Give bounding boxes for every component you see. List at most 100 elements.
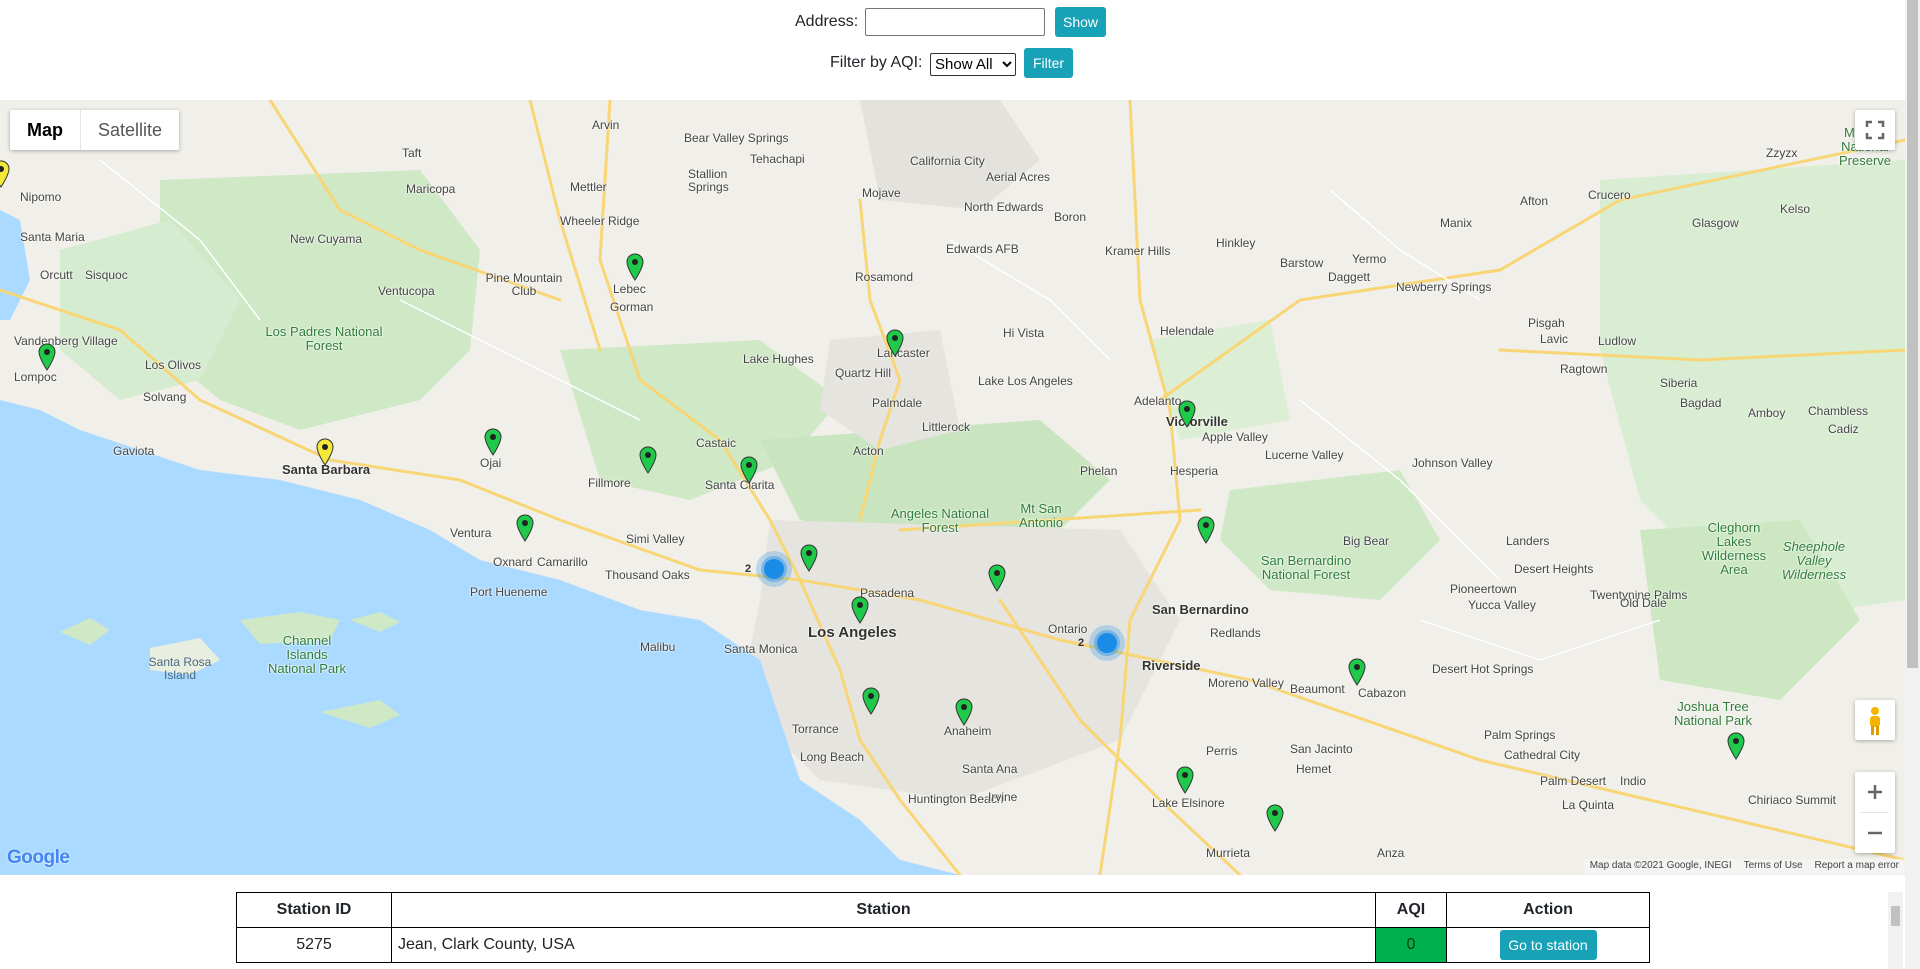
place-label: Pisgah <box>1528 316 1565 330</box>
place-label: Aerial Acres <box>986 170 1051 184</box>
map-type-map-button[interactable]: Map <box>10 110 80 150</box>
aqi-marker-green[interactable] <box>1266 804 1284 832</box>
aqi-marker-green[interactable] <box>988 564 1006 592</box>
place-label: Kramer Hills <box>1105 244 1171 258</box>
place-label: Phelan <box>1080 464 1118 478</box>
place-label: Malibu <box>640 640 676 654</box>
aqi-marker-green[interactable] <box>886 329 904 357</box>
place-label: Stallion Springs <box>688 167 729 194</box>
page-scrollbar-thumb[interactable] <box>1907 0 1918 668</box>
place-label: Manix <box>1440 216 1473 230</box>
aqi-marker-green[interactable] <box>800 544 818 572</box>
place-label: Ventucopa <box>378 284 435 298</box>
show-button[interactable]: Show <box>1055 7 1106 37</box>
place-label: Pioneertown <box>1450 582 1517 596</box>
address-input[interactable] <box>865 8 1045 36</box>
place-label: Los Olivos <box>145 358 202 372</box>
marker-cluster[interactable] <box>1087 623 1127 663</box>
place-label: Edwards AFB <box>946 242 1019 256</box>
place-label: Sisquoc <box>85 268 128 282</box>
place-label: Mojave <box>862 186 901 200</box>
aqi-marker-green[interactable] <box>740 456 758 484</box>
map[interactable]: Nipomo Santa Maria Orcutt Sisquoc Vanden… <box>0 100 1905 875</box>
park-label: Angeles National Forest <box>890 506 990 535</box>
place-label: Lake Elsinore <box>1152 796 1225 810</box>
pegman-icon <box>1870 707 1880 735</box>
place-label: Lucerne Valley <box>1265 448 1344 462</box>
place-label: Yucca Valley <box>1468 598 1536 612</box>
filter-button[interactable]: Filter <box>1024 48 1073 78</box>
place-label: Kelso <box>1780 202 1811 216</box>
google-logo-text: Google <box>7 847 70 868</box>
aqi-select[interactable]: Show All <box>930 53 1016 76</box>
place-label: Port Hueneme <box>470 585 548 599</box>
place-label: Castaic <box>696 436 737 450</box>
place-label: Lavic <box>1540 332 1569 346</box>
google-logo[interactable]: Google <box>7 847 70 869</box>
park-label: Mt San Antonio <box>1018 501 1064 530</box>
table-scrollbar[interactable] <box>1888 892 1903 969</box>
place-label: Taft <box>402 146 422 160</box>
place-label: Boron <box>1054 210 1087 224</box>
park-label: San Bernardino National Forest <box>1260 553 1352 582</box>
place-label: Cabazon <box>1358 686 1407 700</box>
aqi-marker-green[interactable] <box>851 596 869 624</box>
report-error-link[interactable]: Report a map error <box>1815 859 1899 873</box>
place-label: Lebec <box>613 282 646 296</box>
place-label: Crucero <box>1588 188 1631 202</box>
aqi-marker-green[interactable] <box>862 687 880 715</box>
place-label: Johnson Valley <box>1412 456 1493 470</box>
place-label: Torrance <box>792 722 839 736</box>
park-label: Sheephole Valley Wilderness <box>1781 539 1847 582</box>
aqi-marker-green[interactable] <box>1727 732 1745 760</box>
place-label: Barstow <box>1280 256 1324 270</box>
aqi-marker-green[interactable] <box>38 343 56 371</box>
station-id-cell: 5275 <box>236 927 392 963</box>
aqi-marker-green[interactable] <box>1176 766 1194 794</box>
map-attribution: Map data ©2021 Google, INEGI Terms of Us… <box>1583 859 1905 873</box>
cluster-count: 2 <box>1078 637 1085 649</box>
aqi-marker-yellow[interactable] <box>0 160 10 188</box>
place-label: Beaumont <box>1290 682 1345 696</box>
street-view-pegman-button[interactable] <box>1855 700 1895 740</box>
place-label: Mettler <box>570 180 607 194</box>
place-label: California City <box>910 154 985 168</box>
place-label: Riverside <box>1142 658 1201 673</box>
marker-cluster[interactable] <box>754 549 794 589</box>
table-header-row: Station ID Station AQI Action <box>236 892 1650 928</box>
fullscreen-button[interactable] <box>1855 110 1895 150</box>
aqi-marker-green[interactable] <box>484 428 502 456</box>
terms-link[interactable]: Terms of Use <box>1744 859 1803 873</box>
place-label: Camarillo <box>537 555 588 569</box>
place-label: Thousand Oaks <box>605 568 690 582</box>
place-label: Santa Ana <box>962 762 1018 776</box>
table-scrollbar-thumb[interactable] <box>1891 906 1900 926</box>
go-to-station-button[interactable]: Go to station <box>1499 930 1597 960</box>
place-label: Chiriaco Summit <box>1748 793 1837 807</box>
map-type-satellite-button[interactable]: Satellite <box>81 110 179 150</box>
aqi-marker-green[interactable] <box>1178 400 1196 428</box>
place-label: Afton <box>1520 194 1549 208</box>
place-label: Desert Hot Springs <box>1432 662 1534 676</box>
place-label: Littlerock <box>922 420 971 434</box>
place-label: Bagdad <box>1680 396 1722 410</box>
page-scrollbar[interactable] <box>1905 0 1920 969</box>
zoom-in-button[interactable] <box>1855 772 1895 812</box>
place-label: Ontario <box>1048 622 1088 636</box>
address-label: Address: <box>795 13 859 30</box>
aqi-marker-green[interactable] <box>626 253 644 281</box>
zoom-out-button[interactable] <box>1855 813 1895 853</box>
place-label: Arvin <box>592 118 620 132</box>
aqi-marker-green[interactable] <box>1197 516 1215 544</box>
place-label: Glasgow <box>1692 216 1739 230</box>
aqi-marker-green[interactable] <box>516 514 534 542</box>
aqi-marker-green[interactable] <box>1348 658 1366 686</box>
aqi-marker-green[interactable] <box>639 446 657 474</box>
place-label: Irvine <box>988 790 1018 804</box>
aqi-marker-yellow[interactable] <box>316 438 334 466</box>
place-label: Maricopa <box>406 182 456 196</box>
place-label: Pine Mountain Club <box>485 271 563 298</box>
place-label: San Jacinto <box>1290 742 1353 756</box>
aqi-marker-green[interactable] <box>955 698 973 726</box>
park-label: Channel Islands National Park <box>267 633 347 676</box>
